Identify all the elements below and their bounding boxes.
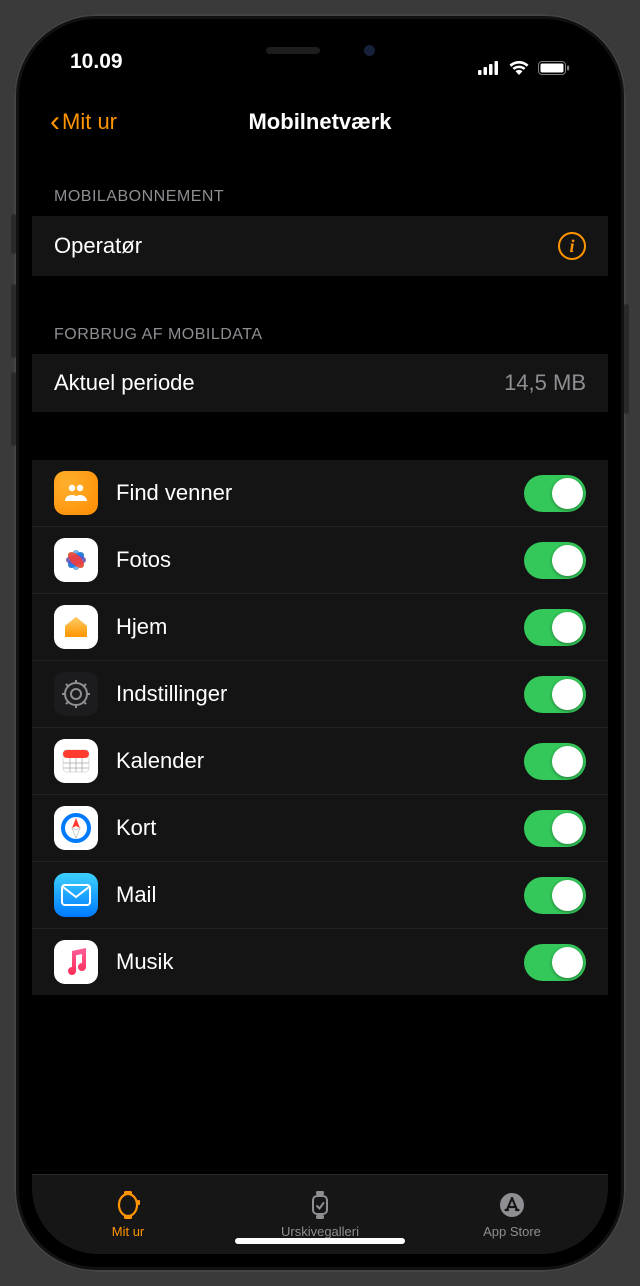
app-label: Musik — [116, 949, 524, 975]
tab-label: Urskivegalleri — [281, 1224, 359, 1239]
app-row-indstillinger: Indstillinger — [32, 661, 608, 728]
app-label: Mail — [116, 882, 524, 908]
home-indicator[interactable] — [235, 1238, 405, 1244]
settings-icon — [54, 672, 98, 716]
music-icon — [54, 940, 98, 984]
app-row-kort: Kort — [32, 795, 608, 862]
toggle-hjem[interactable] — [524, 609, 586, 646]
calendar-icon — [54, 739, 98, 783]
tab-label: Mit ur — [112, 1224, 145, 1239]
device-frame: 10.09 ‹ Mit ur Mobilnetværk MOBILAB — [14, 14, 626, 1272]
page-title: Mobilnetværk — [248, 109, 391, 135]
silent-switch — [11, 214, 16, 254]
app-label: Kalender — [116, 748, 524, 774]
section-header-usage: FORBRUG AF MOBILDATA — [32, 294, 608, 354]
back-button[interactable]: ‹ Mit ur — [50, 107, 117, 137]
front-camera — [364, 45, 375, 56]
find-friends-icon — [54, 471, 98, 515]
watch-icon — [113, 1190, 143, 1220]
volume-down-button — [11, 372, 16, 446]
battery-icon — [538, 57, 570, 81]
tab-label: App Store — [483, 1224, 541, 1239]
section-header-plan: MOBILABONNEMENT — [32, 156, 608, 216]
cellular-signal-icon — [478, 57, 500, 81]
app-list: Find venner Fotos Hjem — [32, 460, 608, 995]
content-area[interactable]: MOBILABONNEMENT Operatør i FORBRUG AF MO… — [32, 156, 608, 1174]
app-row-fotos: Fotos — [32, 527, 608, 594]
chevron-left-icon: ‹ — [50, 107, 60, 137]
toggle-fotos[interactable] — [524, 542, 586, 579]
period-value: 14,5 MB — [504, 370, 586, 396]
app-label: Fotos — [116, 547, 524, 573]
toggle-indstillinger[interactable] — [524, 676, 586, 713]
info-icon[interactable]: i — [558, 232, 586, 260]
photos-icon — [54, 538, 98, 582]
app-row-find-venner: Find venner — [32, 460, 608, 527]
toggle-find-venner[interactable] — [524, 475, 586, 512]
carrier-row[interactable]: Operatør i — [32, 216, 608, 276]
notch — [195, 32, 445, 68]
speaker — [266, 47, 320, 54]
app-row-hjem: Hjem — [32, 594, 608, 661]
mail-icon — [54, 873, 98, 917]
back-label: Mit ur — [62, 109, 117, 135]
app-row-mail: Mail — [32, 862, 608, 929]
tab-my-watch[interactable]: Mit ur — [32, 1175, 224, 1254]
nav-bar: ‹ Mit ur Mobilnetværk — [32, 88, 608, 156]
current-period-row[interactable]: Aktuel periode 14,5 MB — [32, 354, 608, 412]
app-store-icon — [497, 1190, 527, 1220]
tab-app-store[interactable]: App Store — [416, 1175, 608, 1254]
volume-up-button — [11, 284, 16, 358]
home-icon — [54, 605, 98, 649]
toggle-kort[interactable] — [524, 810, 586, 847]
app-row-kalender: Kalender — [32, 728, 608, 795]
status-time: 10.09 — [70, 50, 123, 88]
toggle-mail[interactable] — [524, 877, 586, 914]
app-label: Kort — [116, 815, 524, 841]
app-row-musik: Musik — [32, 929, 608, 995]
toggle-musik[interactable] — [524, 944, 586, 981]
toggle-kalender[interactable] — [524, 743, 586, 780]
screen: 10.09 ‹ Mit ur Mobilnetværk MOBILAB — [32, 32, 608, 1254]
app-label: Hjem — [116, 614, 524, 640]
watch-face-icon — [305, 1190, 335, 1220]
side-button — [624, 304, 629, 414]
period-label: Aktuel periode — [54, 370, 195, 396]
carrier-label: Operatør — [54, 233, 142, 259]
app-label: Indstillinger — [116, 681, 524, 707]
app-label: Find venner — [116, 480, 524, 506]
maps-icon — [54, 806, 98, 850]
wifi-icon — [508, 57, 530, 81]
